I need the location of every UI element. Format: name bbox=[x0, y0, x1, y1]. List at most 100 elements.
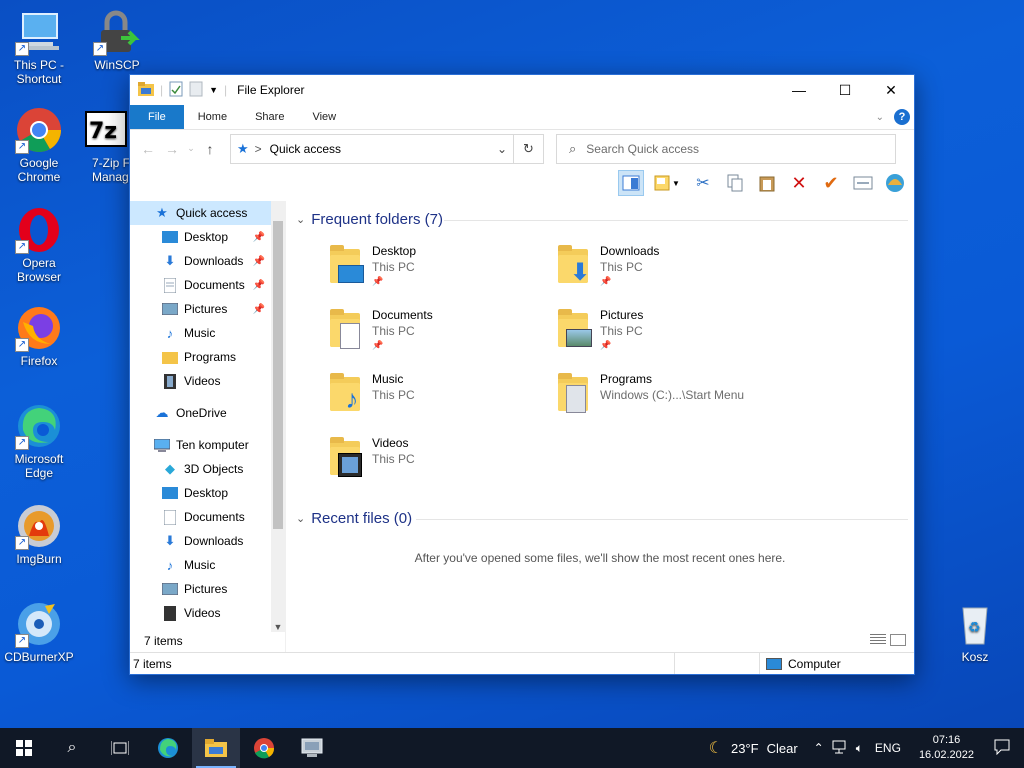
tab-file[interactable]: File bbox=[130, 105, 184, 129]
paste-icon[interactable] bbox=[754, 170, 780, 196]
desktop-icon-recycle-bin[interactable]: ♻ Kosz bbox=[938, 600, 1012, 664]
desktop-icon-cdburnerxp[interactable]: ↗ CDBurnerXP bbox=[2, 600, 76, 664]
nav-item-pc-desktop[interactable]: Desktop bbox=[130, 481, 271, 505]
nav-item-label: Pictures bbox=[184, 302, 228, 316]
folder-tile-programs[interactable]: Programs Windows (C:)...\Start Menu bbox=[554, 371, 854, 431]
clock-time: 07:16 bbox=[932, 734, 961, 746]
tab-view[interactable]: View bbox=[298, 105, 350, 129]
qat-dropdown-icon[interactable]: ▼ bbox=[209, 85, 218, 95]
collapse-chevron-icon[interactable]: ⌄ bbox=[296, 512, 305, 525]
chrome-taskbar-icon[interactable] bbox=[240, 728, 288, 768]
minimize-button[interactable]: — bbox=[776, 75, 822, 105]
layout-icon[interactable]: ▼ bbox=[650, 170, 684, 196]
title-bar[interactable]: | ▼ | File Explorer — ☐ ✕ bbox=[130, 75, 914, 105]
search-input[interactable]: Search Quick access bbox=[586, 142, 699, 156]
search-icon[interactable]: ⌕ bbox=[48, 728, 96, 768]
desktop-icon-this-pc[interactable]: ↗ This PC - Shortcut bbox=[2, 8, 76, 86]
edge-taskbar-icon[interactable] bbox=[144, 728, 192, 768]
frequent-folders-heading[interactable]: ⌄ Frequent folders (7) bbox=[296, 211, 443, 228]
nav-item-3d-objects[interactable]: ◆ 3D Objects bbox=[130, 457, 271, 481]
view-mode-buttons bbox=[870, 634, 906, 646]
notifications-icon[interactable] bbox=[984, 739, 1024, 758]
task-view-icon[interactable] bbox=[96, 728, 144, 768]
nav-item-label: OneDrive bbox=[176, 406, 227, 420]
nav-item-quick-access[interactable]: ★ Quick access bbox=[130, 201, 271, 225]
navigation-pane: ★ Quick access Desktop 📌 ⬇ Downloads 📌 D… bbox=[130, 201, 286, 652]
nav-item-downloads[interactable]: ⬇ Downloads 📌 bbox=[130, 249, 271, 273]
forward-arrow-icon[interactable]: → bbox=[160, 141, 184, 157]
folder-tile-documents[interactable]: Documents This PC 📌 bbox=[326, 307, 546, 367]
properties-envelope-icon[interactable] bbox=[850, 170, 876, 196]
cut-icon[interactable]: ✂ bbox=[690, 170, 716, 196]
back-arrow-icon[interactable]: ← bbox=[136, 141, 160, 157]
desktop-icon-7zip[interactable]: 7z 7-Zip F Manag bbox=[78, 106, 130, 184]
language-indicator[interactable]: ENG bbox=[867, 741, 909, 755]
firefox-icon: ↗ bbox=[15, 304, 63, 352]
recent-locations-icon[interactable]: ⌄ bbox=[184, 143, 198, 154]
help-icon[interactable]: ? bbox=[894, 109, 910, 125]
desktop-icon-chrome[interactable]: ↗ Google Chrome bbox=[2, 106, 76, 184]
nav-item-pc-downloads[interactable]: ⬇ Downloads bbox=[130, 529, 271, 553]
search-box[interactable]: ⌕ Search Quick access bbox=[556, 133, 896, 164]
nav-scrollbar[interactable]: ▼ bbox=[271, 201, 285, 632]
show-hidden-icons-chevron-icon[interactable]: ⌃ bbox=[810, 741, 828, 755]
details-view-icon[interactable] bbox=[870, 634, 886, 646]
document-icon bbox=[162, 277, 178, 293]
nav-item-pc-videos[interactable]: Videos bbox=[130, 601, 271, 625]
close-button[interactable]: ✕ bbox=[868, 75, 914, 105]
folder-tile-downloads[interactable]: ⬇ Downloads This PC 📌 bbox=[554, 243, 774, 303]
nav-item-desktop[interactable]: Desktop 📌 bbox=[130, 225, 271, 249]
recent-files-heading[interactable]: ⌄ Recent files (0) bbox=[296, 510, 412, 527]
scrollbar-thumb[interactable] bbox=[273, 221, 283, 529]
delete-icon[interactable]: ✕ bbox=[786, 170, 812, 196]
folder-tile-videos[interactable]: Videos This PC bbox=[326, 435, 546, 495]
scroll-down-icon[interactable]: ▼ bbox=[271, 622, 285, 632]
address-bar[interactable]: ★ > Quick access ⌄ bbox=[230, 133, 514, 164]
nav-item-label: Programs bbox=[184, 350, 237, 364]
preview-pane-icon[interactable] bbox=[618, 170, 644, 196]
address-dropdown-icon[interactable]: ⌄ bbox=[497, 142, 513, 156]
desktop-icon-winscp[interactable]: ↗ WinSCP bbox=[80, 8, 154, 72]
address-location[interactable]: Quick access bbox=[270, 142, 341, 156]
maximize-button[interactable]: ☐ bbox=[822, 75, 868, 105]
start-windows-icon[interactable] bbox=[0, 728, 48, 768]
copy-icon[interactable] bbox=[722, 170, 748, 196]
weather-widget[interactable]: ☾ 23°F Clear bbox=[705, 738, 810, 758]
new-folder-icon[interactable] bbox=[189, 81, 203, 100]
collapse-chevron-icon[interactable]: ⌄ bbox=[296, 213, 305, 226]
folder-tile-desktop[interactable]: Desktop This PC 📌 bbox=[326, 243, 546, 303]
folder-tile-pictures[interactable]: Pictures This PC 📌 bbox=[554, 307, 774, 367]
desktop-icon-firefox[interactable]: ↗ Firefox bbox=[2, 304, 76, 368]
desktop-icon-imgburn[interactable]: ↗ ImgBurn bbox=[2, 502, 76, 566]
rename-check-icon[interactable]: ✔ bbox=[818, 170, 844, 196]
folder-tile-music[interactable]: ♪ Music This PC bbox=[326, 371, 546, 431]
refresh-icon[interactable]: ↻ bbox=[514, 133, 544, 164]
tab-share[interactable]: Share bbox=[241, 105, 298, 129]
nav-item-pc-pictures[interactable]: Pictures bbox=[130, 577, 271, 601]
desktop-icon-label: ImgBurn bbox=[16, 552, 62, 566]
nav-item-videos[interactable]: Videos bbox=[130, 369, 271, 393]
nav-item-pictures[interactable]: Pictures 📌 bbox=[130, 297, 271, 321]
custom-toolbar: ▼ ✂ ✕ ✔ bbox=[130, 167, 914, 199]
volume-icon[interactable]: 🔈︎ bbox=[852, 741, 867, 756]
nav-item-pc-music[interactable]: ♪ Music bbox=[130, 553, 271, 577]
nav-item-pc-documents[interactable]: Documents bbox=[130, 505, 271, 529]
clock[interactable]: 07:16 16.02.2022 bbox=[909, 733, 984, 763]
control-panel-taskbar-icon[interactable] bbox=[288, 728, 336, 768]
address-separator[interactable]: > bbox=[255, 142, 262, 156]
file-explorer-taskbar-icon[interactable] bbox=[192, 728, 240, 768]
nav-item-onedrive[interactable]: ☁ OneDrive bbox=[130, 401, 271, 425]
desktop-icon-opera[interactable]: ↗ Opera Browser bbox=[2, 206, 76, 284]
large-icons-view-icon[interactable] bbox=[890, 634, 906, 646]
tab-home[interactable]: Home bbox=[184, 105, 241, 129]
properties-icon[interactable] bbox=[169, 81, 183, 100]
up-arrow-icon[interactable]: ↑ bbox=[198, 141, 222, 157]
nav-item-programs[interactable]: Programs bbox=[130, 345, 271, 369]
nav-item-music[interactable]: ♪ Music bbox=[130, 321, 271, 345]
nav-item-this-pc[interactable]: Ten komputer bbox=[130, 433, 271, 457]
shell-icon[interactable] bbox=[882, 170, 908, 196]
expand-ribbon-icon[interactable]: ⌄ bbox=[876, 112, 884, 123]
desktop-icon-edge[interactable]: ↗ Microsoft Edge bbox=[2, 402, 76, 480]
network-icon[interactable] bbox=[828, 740, 852, 757]
nav-item-documents[interactable]: Documents 📌 bbox=[130, 273, 271, 297]
